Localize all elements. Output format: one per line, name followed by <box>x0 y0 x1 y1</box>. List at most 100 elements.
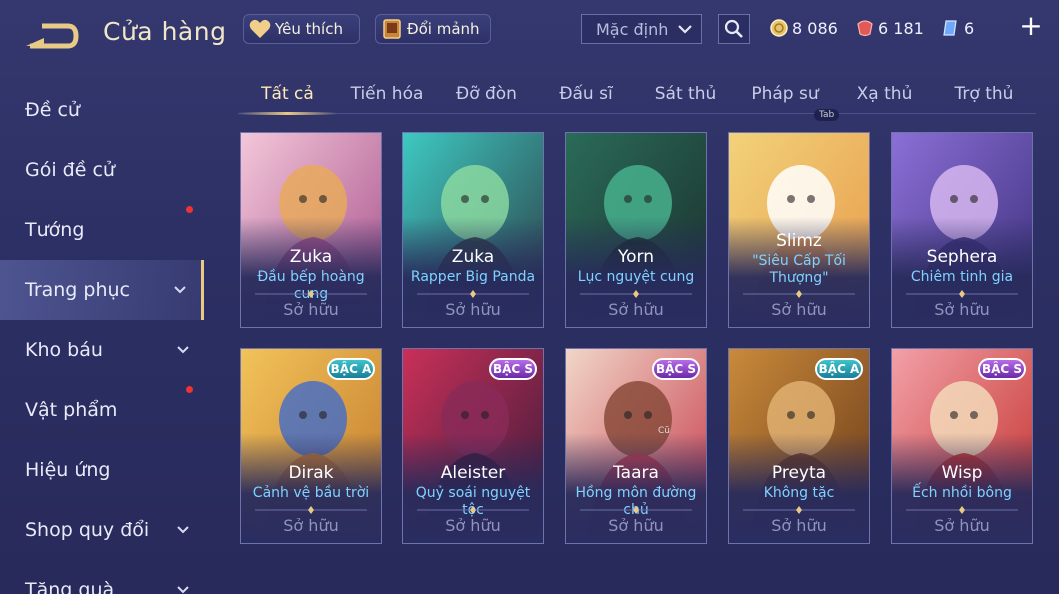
skin-card[interactable]: Slimz "Siêu Cấp Tối Thượng" Sở hữu <box>728 132 870 328</box>
sidebar-item-label: Gói đề cử <box>25 159 115 181</box>
sidebar-item[interactable]: Đề cử <box>0 80 204 140</box>
sidebar-item[interactable]: Shop quy đổi <box>0 500 204 560</box>
add-currency-button[interactable]: + <box>1018 12 1044 40</box>
tab-category[interactable]: Tất cả <box>238 74 337 115</box>
red-voucher-icon <box>855 18 875 38</box>
hero-name: Preyta <box>771 463 827 483</box>
skin-card[interactable]: Dirak Cảnh vệ bầu trời Sở hữu BẬC A <box>240 348 382 544</box>
sidebar-item-label: Đề cử <box>25 99 80 121</box>
tab-category[interactable]: Sát thủ <box>636 74 735 114</box>
hero-name: Taara <box>613 463 659 483</box>
owned-status: Sở hữu <box>771 300 827 319</box>
chevron-down-icon <box>678 25 692 34</box>
sidebar-item[interactable]: Tặng quà <box>0 560 204 594</box>
hero-name: Sephera <box>926 247 998 267</box>
sort-value: Mặc định <box>596 19 669 39</box>
sidebar-item[interactable]: Hiệu ứng <box>0 440 204 500</box>
favorites-label: Yêu thích <box>275 20 343 38</box>
sidebar: Đề cử Gói đề cử Tướng Trang phục Kho báu Vật … <box>0 80 204 594</box>
skin-card[interactable]: ZukaĐầu bếp hoàng cungSở hữu <box>240 132 382 328</box>
skin-card[interactable]: TaaraHồng môn đường chủSở hữuBẬC SCũ <box>565 348 707 544</box>
sidebar-item[interactable]: Vật phẩm <box>0 380 204 440</box>
divider-ornament-icon <box>255 506 367 514</box>
gold-amount: 8 086 <box>792 18 838 38</box>
blue-gem-currency: 6 <box>941 15 974 41</box>
owned-status: Sở hữu <box>445 300 501 319</box>
sidebar-item-label: Kho báu <box>25 339 103 361</box>
owned-status: Sở hữu <box>445 516 501 535</box>
sidebar-item-label: Vật phẩm <box>25 399 118 421</box>
skin-name: Cảnh vệ bầu trời <box>252 485 370 501</box>
sidebar-item-label: Shop quy đổi <box>25 519 150 541</box>
tab-category[interactable]: Tiến hóa <box>338 74 437 114</box>
shard-exchange-label: Đổi mảnh <box>407 20 480 38</box>
sort-dropdown[interactable]: Mặc định <box>581 14 702 44</box>
red-voucher-amount: 6 181 <box>878 18 924 38</box>
red-voucher-currency: 6 181 <box>855 15 924 41</box>
owned-status: Sở hữu <box>608 516 664 535</box>
skin-card[interactable]: AleisterQuỷ soái nguyệt tộcSở hữuBẬC S <box>402 348 544 544</box>
chevron-down-icon <box>177 586 189 594</box>
divider-ornament-icon <box>255 290 367 298</box>
hero-name: Yorn <box>618 247 654 267</box>
tier-badge: BẬC A <box>327 358 375 380</box>
tab-category[interactable]: Xạ thủ <box>835 74 934 114</box>
blue-gem-amount: 6 <box>964 18 975 38</box>
skin-card[interactable]: Yorn Lục nguyệt cung Sở hữu <box>565 132 707 328</box>
sidebar-item-label: Tướng <box>25 219 85 241</box>
tab-category[interactable]: Đấu sĩ <box>537 74 636 114</box>
hero-name: Zuka <box>451 247 495 267</box>
skin-name: Lục nguyệt cung <box>577 269 695 285</box>
divider-ornament-icon <box>743 290 855 298</box>
hero-name: Aleister <box>440 463 506 483</box>
divider-ornament-icon <box>906 506 1018 514</box>
owned-status: Sở hữu <box>608 300 664 319</box>
back-button[interactable] <box>24 16 80 50</box>
page-title: Cửa hàng <box>103 17 227 46</box>
owned-status: Sở hữu <box>934 516 990 535</box>
divider-ornament-icon <box>580 506 692 514</box>
blue-gem-icon <box>941 18 961 38</box>
chevron-down-icon <box>177 346 189 354</box>
tier-badge: BẬC S <box>652 358 700 380</box>
owned-status: Sở hữu <box>771 516 827 535</box>
tier-badge: BẬC S <box>978 358 1026 380</box>
skin-card[interactable]: Zuka Rapper Big Panda Sở hữu <box>402 132 544 328</box>
favorites-button[interactable]: Yêu thích <box>243 14 360 44</box>
top-bar: Cửa hàng Yêu thích Đổi mảnh Mặc định 8 0… <box>0 0 1059 62</box>
search-button[interactable] <box>718 14 750 44</box>
sidebar-item-label: Trang phục <box>25 279 131 301</box>
tab-category[interactable]: Trợ thủ <box>935 74 1034 114</box>
shard-exchange-button[interactable]: Đổi mảnh <box>375 14 491 44</box>
tab-hint: Tab <box>814 109 840 121</box>
hero-name: Zuka <box>289 247 333 267</box>
skin-name: Rapper Big Panda <box>410 269 536 285</box>
category-tabs: Tất cả Tiến hóa Đỡ đòn Đấu sĩ Sát thủ Pháp sư… <box>238 74 1036 115</box>
skin-name: Chiêm tinh gia <box>910 269 1014 285</box>
gold-coin-icon <box>769 18 789 38</box>
skin-card[interactable]: Preyta Không tặc Sở hữu BẬC A <box>728 348 870 544</box>
back-arrow-icon <box>26 23 79 49</box>
shard-card-icon <box>380 18 404 40</box>
tab-category[interactable]: Đỡ đòn <box>437 74 536 114</box>
search-icon <box>724 19 743 38</box>
skin-name: Ếch nhồi bông <box>912 485 1012 501</box>
sidebar-item[interactable]: Tướng <box>0 200 204 260</box>
heart-icon <box>248 18 272 40</box>
divider-ornament-icon <box>417 506 529 514</box>
owned-status: Sở hữu <box>283 516 339 535</box>
skin-card[interactable]: Wisp Ếch nhồi bông Sở hữu BẬC S <box>891 348 1033 544</box>
hero-name: Slimz <box>776 231 822 251</box>
mini-label: Cũ <box>658 426 670 436</box>
sidebar-item-label: Hiệu ứng <box>25 459 111 481</box>
chevron-down-icon <box>177 526 189 534</box>
chevron-down-icon <box>174 286 186 294</box>
skin-card[interactable]: Sephera Chiêm tinh gia Sở hữu <box>891 132 1033 328</box>
tier-badge: BẬC A <box>815 358 863 380</box>
gold-currency: 8 086 <box>769 15 838 41</box>
owned-status: Sở hữu <box>934 300 990 319</box>
tab-category[interactable]: Pháp sư <box>736 74 835 114</box>
sidebar-item[interactable]: Kho báu <box>0 320 204 380</box>
sidebar-item[interactable]: Gói đề cử <box>0 140 204 200</box>
sidebar-item[interactable]: Trang phục <box>0 260 204 320</box>
